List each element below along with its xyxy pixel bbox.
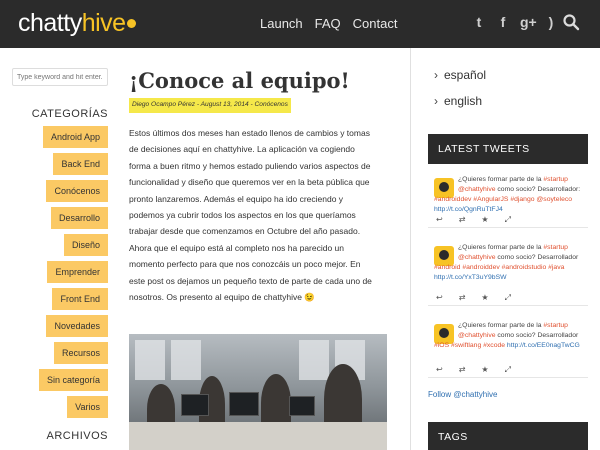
category-front-end[interactable]: Front End — [52, 288, 108, 310]
tweet-text: ¿Quieres formar parte de la #startup @ch… — [434, 322, 580, 349]
post-content: ¡Conoce al equipo! Diego Ocampo Pérez - … — [129, 48, 387, 450]
tweet-link[interactable]: http://t.co/QgnRuTtFJ4 — [434, 206, 503, 213]
right-sidebar: › español › english LATEST TWEETS ¿Quieres… — [428, 48, 588, 450]
column-divider — [410, 48, 411, 450]
tweet-item: ¿Quieres formar parte de la #startup @ch… — [428, 240, 588, 306]
social-links: t f g+ ) — [472, 14, 558, 30]
archives-heading: ARCHIVOS — [46, 430, 108, 442]
tweet-text: ¿Quieres formar parte de la #startup @ch… — [434, 176, 581, 213]
rss-icon[interactable]: ) — [544, 14, 558, 30]
tweet-item: ¿Quieres formar parte de la #startup @ch… — [428, 172, 588, 228]
logo-accent-text: hive — [81, 9, 126, 37]
tweet-text: ¿Quieres formar parte de la #startup @ch… — [434, 244, 579, 281]
category-diseno[interactable]: Diseño — [63, 234, 108, 256]
chevron-right-icon: › — [434, 68, 438, 82]
category-conocenos[interactable]: Conócenos — [46, 180, 108, 202]
category-varios[interactable]: Varios — [67, 396, 108, 418]
language-option-english[interactable]: › english — [434, 94, 482, 108]
twitter-icon[interactable]: t — [472, 14, 486, 30]
expand-icon[interactable]: ⤢ — [505, 293, 511, 303]
post-meta[interactable]: Diego Ocampo Pérez - August 13, 2014 - C… — [129, 98, 291, 113]
category-android-app[interactable]: Android App — [42, 126, 108, 148]
tweet-actions: ↩ ⇄ ★ ⤢ — [436, 365, 511, 375]
facebook-icon[interactable]: f — [496, 14, 510, 30]
expand-icon[interactable]: ⤢ — [505, 365, 511, 375]
google-plus-icon[interactable]: g+ — [520, 14, 537, 30]
category-novedades[interactable]: Novedades — [46, 315, 108, 337]
search-input[interactable] — [12, 68, 108, 86]
site-logo[interactable]: chattyhive — [18, 9, 136, 38]
nav-link-launch[interactable]: Launch — [260, 16, 303, 31]
search-icon[interactable] — [562, 13, 580, 31]
tweet-item: ¿Quieres formar parte de la #startup @ch… — [428, 318, 588, 378]
category-sin-categoria[interactable]: Sin categoría — [38, 369, 108, 391]
language-label: english — [444, 94, 483, 108]
bee-logo-icon — [126, 19, 136, 28]
tweet-link[interactable]: http://t.co/YxT3uY9bSW — [434, 274, 507, 281]
tweet-link[interactable]: http://t.co/EE0nagTwCG — [507, 342, 580, 349]
language-label: español — [444, 68, 487, 82]
nav-link-faq[interactable]: FAQ — [315, 16, 341, 31]
reply-icon[interactable]: ↩ — [436, 365, 443, 375]
categories-heading: CATEGORÍAS — [31, 108, 108, 120]
category-list: Android App Back End Conócenos Desarroll… — [38, 126, 108, 418]
latest-tweets-heading: LATEST TWEETS — [428, 134, 588, 164]
logo-text: chatty — [18, 9, 82, 37]
left-sidebar: CATEGORÍAS Android App Back End Conóceno… — [0, 48, 118, 450]
nav-link-contact[interactable]: Contact — [353, 16, 398, 31]
reply-icon[interactable]: ↩ — [436, 215, 443, 225]
favorite-icon[interactable]: ★ — [481, 293, 488, 303]
language-option-espanol[interactable]: › español — [434, 68, 486, 82]
retweet-icon[interactable]: ⇄ — [459, 365, 466, 375]
retweet-icon[interactable]: ⇄ — [459, 215, 466, 225]
expand-icon[interactable]: ⤢ — [505, 215, 511, 225]
tweet-actions: ↩ ⇄ ★ ⤢ — [436, 215, 511, 225]
category-desarrollo[interactable]: Desarrollo — [50, 207, 108, 229]
team-photo[interactable] — [129, 334, 387, 450]
follow-link[interactable]: Follow @chattyhive — [428, 390, 497, 399]
category-recursos[interactable]: Recursos — [53, 342, 108, 364]
category-back-end[interactable]: Back End — [53, 153, 108, 175]
favorite-icon[interactable]: ★ — [481, 215, 488, 225]
tags-heading: TAGS — [428, 422, 588, 450]
top-navigation-bar: chattyhive Launch FAQ Contact t f g+ ) — [0, 0, 600, 48]
main-nav: Launch FAQ Contact — [260, 16, 397, 31]
post-title[interactable]: ¡Conoce al equipo! — [129, 68, 350, 93]
category-emprender[interactable]: Emprender — [47, 261, 108, 283]
reply-icon[interactable]: ↩ — [436, 293, 443, 303]
retweet-icon[interactable]: ⇄ — [459, 293, 466, 303]
post-body: Estos últimos dos meses han estado lleno… — [129, 128, 372, 303]
tweet-actions: ↩ ⇄ ★ ⤢ — [436, 293, 511, 303]
favorite-icon[interactable]: ★ — [481, 365, 488, 375]
chevron-right-icon: › — [434, 94, 438, 108]
